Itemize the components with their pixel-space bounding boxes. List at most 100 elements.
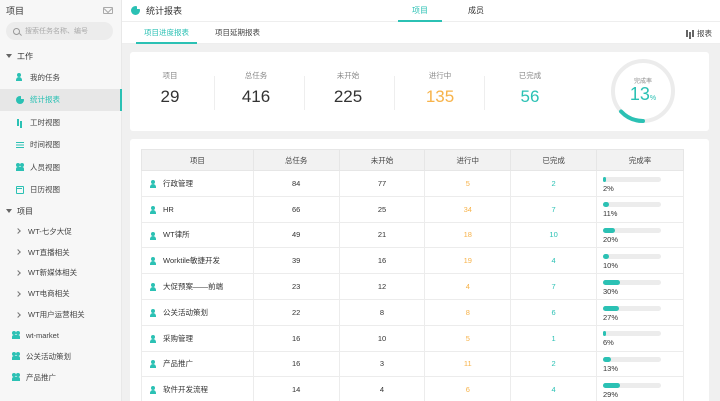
- rate-cell: 27%: [595, 298, 685, 326]
- timeline-icon: [16, 141, 24, 149]
- sidebar-project-item[interactable]: WT-七夕大促: [0, 221, 121, 242]
- rate-text: 20%: [602, 235, 618, 245]
- tab-delay-report[interactable]: 项目延期报表: [207, 22, 268, 44]
- stat-label: 进行中: [428, 71, 452, 80]
- project-name-cell[interactable]: Worktile敏捷开发: [141, 247, 254, 275]
- top-tabs: 项目 成员: [398, 0, 510, 22]
- progress-bar: [602, 254, 661, 260]
- bar-chart-icon: [16, 118, 24, 127]
- users-icon: [150, 231, 158, 240]
- doing-cell: 18: [424, 221, 512, 249]
- tab-projects[interactable]: 项目: [398, 0, 442, 22]
- todo-cell: 3: [338, 350, 426, 378]
- rate-text: 13%: [602, 364, 618, 374]
- divider: [304, 76, 305, 110]
- sidebar-item-calendar-view[interactable]: 日历视图: [0, 179, 121, 202]
- search-input[interactable]: 搜索任务名称、编号: [6, 22, 113, 40]
- column-header[interactable]: 完成率: [595, 149, 685, 171]
- column-header[interactable]: 项目: [141, 149, 254, 171]
- progress-fill: [602, 305, 619, 311]
- top-bar: 统计报表 项目 成员: [122, 0, 720, 22]
- doing-cell: 8: [424, 298, 512, 326]
- progress-fill: [602, 279, 621, 285]
- sidebar-extra-item[interactable]: 公关活动策划: [0, 346, 121, 367]
- sidebar-item-reports[interactable]: 统计报表: [0, 88, 122, 111]
- pie-chart-icon: [131, 5, 141, 15]
- work-group-toggle[interactable]: 工作: [0, 46, 121, 66]
- todo-cell: 16: [338, 247, 426, 275]
- mail-icon[interactable]: [103, 6, 113, 14]
- report-button[interactable]: 报表: [686, 22, 712, 44]
- table-row[interactable]: WT律所 49 21 18 10 20%: [141, 221, 685, 249]
- project-group-label: 项目: [17, 206, 33, 216]
- table-row[interactable]: 公关活动策划 22 8 8 6 27%: [141, 298, 685, 326]
- table-row[interactable]: 软件开发流程 14 4 6 4 29%: [141, 376, 685, 401]
- column-header[interactable]: 进行中: [424, 149, 512, 171]
- done-cell: 2: [510, 170, 597, 197]
- tab-members[interactable]: 成员: [454, 0, 498, 22]
- sidebar-project-item[interactable]: WT用户运营相关: [0, 304, 121, 325]
- table-row[interactable]: 行政管理 84 77 5 2 2%: [141, 170, 685, 197]
- pie-chart-icon: [16, 94, 25, 104]
- todo-cell: 25: [338, 195, 426, 223]
- table-row[interactable]: 产品推广 16 3 11 2 13%: [141, 350, 685, 378]
- progress-bar: [602, 176, 661, 182]
- sidebar-item-my-tasks[interactable]: 我的任务: [0, 66, 121, 89]
- stat-not-started: 未开始 225: [308, 70, 388, 107]
- progress-fill: [602, 254, 609, 260]
- project-name-cell[interactable]: 公关活动策划: [141, 298, 254, 326]
- project-group-toggle[interactable]: 项目: [0, 201, 121, 221]
- sidebar-extra-item[interactable]: wt-market: [0, 325, 121, 346]
- stat-projects: 项目 29: [130, 70, 210, 107]
- rate-cell: 6%: [595, 324, 685, 352]
- progress-bar: [602, 305, 661, 311]
- project-label: WT电商相关: [28, 289, 70, 299]
- project-name-cell[interactable]: 采购管理: [141, 324, 254, 352]
- table-row[interactable]: Worktile敏捷开发 39 16 19 4 10%: [141, 247, 685, 275]
- sidebar-item-label: 日历视图: [30, 185, 60, 195]
- chevron-right-icon: [15, 270, 21, 276]
- extra-label: 产品推广: [26, 372, 56, 382]
- sidebar-project-item[interactable]: WT电商相关: [0, 283, 121, 304]
- divider: [394, 76, 395, 110]
- users-icon: [12, 331, 20, 340]
- tab-progress-report[interactable]: 项目进度报表: [136, 22, 197, 44]
- sidebar-project-item[interactable]: WT新媒体相关: [0, 263, 121, 284]
- work-group-label: 工作: [17, 51, 33, 61]
- column-header[interactable]: 已完成: [510, 149, 597, 171]
- sidebar-extra-item[interactable]: 产品推广: [0, 367, 121, 388]
- project-name-cell[interactable]: 软件开发流程: [141, 376, 254, 401]
- users-icon: [150, 205, 158, 214]
- sidebar-item-hours-view[interactable]: 工时视图: [0, 111, 121, 134]
- divider: [214, 76, 215, 110]
- project-name-cell[interactable]: 大促预案——前端: [141, 273, 254, 300]
- column-header[interactable]: 未开始: [338, 149, 426, 171]
- rate-cell: 2%: [595, 170, 685, 197]
- done-cell: 1: [510, 324, 597, 352]
- sidebar-item-label: 人员视图: [30, 162, 60, 172]
- progress-bar: [602, 383, 661, 389]
- progress-fill: [602, 228, 615, 234]
- total-cell: 84: [252, 170, 340, 197]
- rate-cell: 11%: [595, 195, 685, 223]
- sidebar-item-time-view[interactable]: 时间视图: [0, 134, 121, 157]
- project-table-card: 项目 总任务 未开始 进行中 已完成 完成率 行政管理 84 77 5 2 2% HR 66 2…: [130, 139, 709, 401]
- todo-cell: 10: [338, 324, 426, 352]
- column-header[interactable]: 总任务: [252, 149, 340, 171]
- chevron-right-icon: [15, 311, 21, 318]
- table-row[interactable]: 采购管理 16 10 5 1 6%: [141, 324, 685, 352]
- project-name-cell[interactable]: 产品推广: [141, 350, 254, 378]
- table-row[interactable]: HR 66 25 34 7 11%: [141, 195, 685, 223]
- table-row[interactable]: 大促预案——前端 23 12 4 7 30%: [141, 273, 685, 300]
- rate-cell: 10%: [595, 247, 685, 275]
- rate-text: 29%: [602, 390, 618, 400]
- sidebar-header: 项目: [0, 0, 121, 20]
- project-name-cell[interactable]: 行政管理: [141, 170, 254, 197]
- project-name-cell[interactable]: HR: [141, 195, 254, 223]
- sidebar-item-people-view[interactable]: 人员视图: [0, 156, 121, 179]
- stat-value: 225: [333, 87, 363, 106]
- project-name-cell[interactable]: WT律所: [141, 221, 254, 249]
- sidebar-project-item[interactable]: WT直播相关: [0, 242, 121, 263]
- rate-text: 11%: [602, 209, 618, 219]
- rate-cell: 30%: [595, 273, 685, 300]
